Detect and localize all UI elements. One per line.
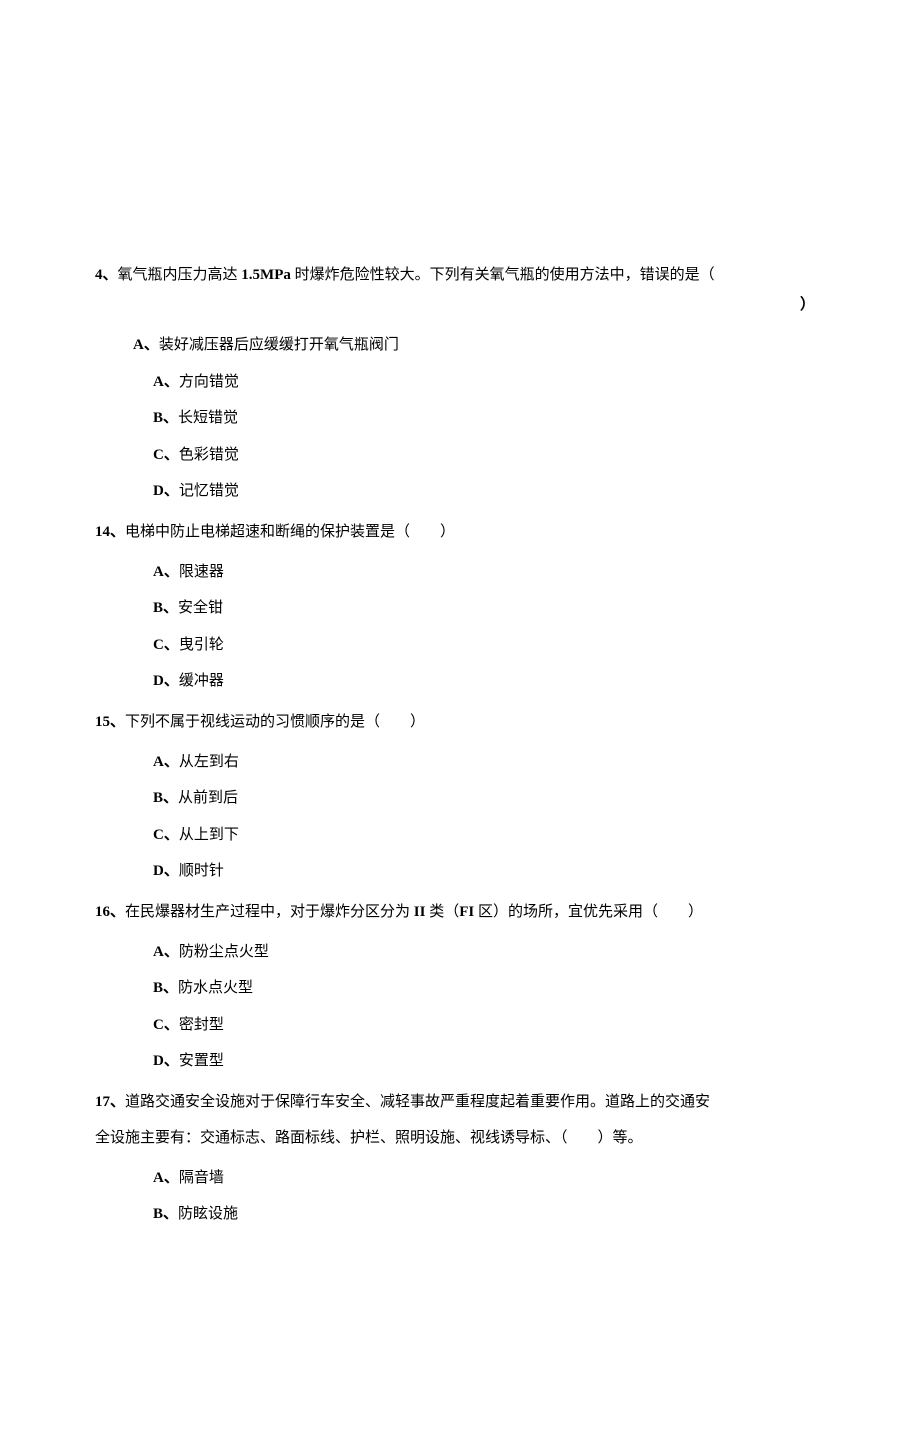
option-letter: D、 <box>153 1053 179 1069</box>
option-text: 隔音墙 <box>179 1170 224 1186</box>
option-line: C、密封型 <box>153 1014 825 1037</box>
question-stem-line2: 全设施主要有：交通标志、路面标线、护栏、照明设施、视线诱导标、（ ）等。 <box>95 1123 825 1153</box>
option-text: 长短错觉 <box>178 410 238 426</box>
option-line: A、从左到右 <box>153 751 825 774</box>
stem-text-post: 时爆炸危险性较大。下列有关氧气瓶的使用方法中，错误的是（ <box>291 267 715 283</box>
option-letter: A、 <box>153 374 179 390</box>
question-17: 17、道路交通安全设施对于保障行车安全、减轻事故严重程度起着重要作用。道路上的交… <box>95 1087 825 1226</box>
stem-fl: FI <box>459 904 474 920</box>
option-line: A、隔音墙 <box>153 1167 825 1190</box>
option-text: 从左到右 <box>179 754 239 770</box>
option-line: B、安全钳 <box>153 597 825 620</box>
option-text: 顺时针 <box>179 863 224 879</box>
option-letter: D、 <box>153 863 179 879</box>
stem-text: 下列不属于视线运动的习惯顺序的是（ ） <box>125 714 425 730</box>
options: A、从左到右 B、从前到后 C、从上到下 D、顺时针 <box>95 751 825 883</box>
stem-post: 区）的场所，宜优先采用（ ） <box>474 904 703 920</box>
stem-text: 电梯中防止电梯超速和断绳的保护装置是（ ） <box>125 524 455 540</box>
option-line: B、长短错觉 <box>153 407 825 430</box>
option-line: C、色彩错觉 <box>153 444 825 467</box>
option-line: C、从上到下 <box>153 824 825 847</box>
option-text: 色彩错觉 <box>179 447 239 463</box>
option-letter: D、 <box>153 673 179 689</box>
option-line: A、限速器 <box>153 561 825 584</box>
option-text: 安全钳 <box>178 600 223 616</box>
question-number: 4、 <box>95 267 118 283</box>
option-text: 缓冲器 <box>179 673 224 689</box>
option-letter: A、 <box>133 337 159 353</box>
question-number: 16、 <box>95 904 125 920</box>
stem-pre: 在民爆器材生产过程中，对于爆炸分区分为 <box>125 904 414 920</box>
option-letter: D、 <box>153 483 179 499</box>
stem-line2: 全设施主要有：交通标志、路面标线、护栏、照明设施、视线诱导标、（ ）等。 <box>95 1130 643 1146</box>
option-line: B、从前到后 <box>153 787 825 810</box>
option-letter: A、 <box>153 754 179 770</box>
option-letter: B、 <box>153 600 178 616</box>
question-stem: 14、电梯中防止电梯超速和断绳的保护装置是（ ） <box>95 517 825 547</box>
option-letter: B、 <box>153 1206 178 1222</box>
stem-text-pre: 氧气瓶内压力高达 <box>118 267 242 283</box>
option-line: C、曳引轮 <box>153 634 825 657</box>
document-page: 4、氧气瓶内压力高达 1.5MPa 时爆炸危险性较大。下列有关氧气瓶的使用方法中… <box>0 0 920 1440</box>
question-stem: 15、下列不属于视线运动的习惯顺序的是（ ） <box>95 707 825 737</box>
stem-mpa: 1.5MPa <box>241 267 291 283</box>
stem-line1: 道路交通安全设施对于保障行车安全、减轻事故严重程度起着重要作用。道路上的交通安 <box>125 1094 710 1110</box>
option-text: 密封型 <box>179 1017 224 1033</box>
option-text: 防粉尘点火型 <box>179 944 269 960</box>
option-line: D、顺时针 <box>153 860 825 883</box>
option-line: A、方向错觉 <box>153 371 825 394</box>
stem-class: II <box>414 904 426 920</box>
option-letter: A、 <box>153 944 179 960</box>
option-text: 记忆错觉 <box>179 483 239 499</box>
option-text: 从上到下 <box>179 827 239 843</box>
question-stem: 16、在民爆器材生产过程中，对于爆炸分区分为 II 类（FI 区）的场所，宜优先… <box>95 897 825 927</box>
options: A、防粉尘点火型 B、防水点火型 C、密封型 D、安置型 <box>95 941 825 1073</box>
option-line: B、防水点火型 <box>153 977 825 1000</box>
option-line: D、缓冲器 <box>153 670 825 693</box>
option-A-wrap: A、装好减压器后应缓缓打开氧气瓶阀门 <box>95 334 825 357</box>
close-paren: ） <box>800 290 815 320</box>
option-letter: C、 <box>153 1017 179 1033</box>
option-line: B、防眩设施 <box>153 1203 825 1226</box>
question-stem: 4、氧气瓶内压力高达 1.5MPa 时爆炸危险性较大。下列有关氧气瓶的使用方法中… <box>95 260 825 320</box>
option-letter: C、 <box>153 637 179 653</box>
question-number: 14、 <box>95 524 125 540</box>
options: A、隔音墙 B、防眩设施 <box>95 1167 825 1226</box>
option-text: 曳引轮 <box>179 637 224 653</box>
option-text: 装好减压器后应缓缓打开氧气瓶阀门 <box>159 337 399 353</box>
question-16: 16、在民爆器材生产过程中，对于爆炸分区分为 II 类（FI 区）的场所，宜优先… <box>95 897 825 1073</box>
question-14: 14、电梯中防止电梯超速和断绳的保护装置是（ ） A、限速器 B、安全钳 C、曳… <box>95 517 825 693</box>
option-letter: C、 <box>153 447 179 463</box>
option-line: A、装好减压器后应缓缓打开氧气瓶阀门 <box>133 334 825 357</box>
options: A、限速器 B、安全钳 C、曳引轮 D、缓冲器 <box>95 561 825 693</box>
stem-mid: 类（ <box>425 904 459 920</box>
question-number: 15、 <box>95 714 125 730</box>
question-number: 17、 <box>95 1094 125 1110</box>
option-text: 防眩设施 <box>178 1206 238 1222</box>
option-line: A、防粉尘点火型 <box>153 941 825 964</box>
option-line: D、安置型 <box>153 1050 825 1073</box>
option-letter: C、 <box>153 827 179 843</box>
nested-options: A、方向错觉 B、长短错觉 C、色彩错觉 D、记忆错觉 <box>95 371 825 503</box>
option-text: 方向错觉 <box>179 374 239 390</box>
option-text: 限速器 <box>179 564 224 580</box>
option-letter: A、 <box>153 1170 179 1186</box>
option-text: 防水点火型 <box>178 980 253 996</box>
option-letter: B、 <box>153 790 178 806</box>
option-text: 从前到后 <box>178 790 238 806</box>
question-15: 15、下列不属于视线运动的习惯顺序的是（ ） A、从左到右 B、从前到后 C、从… <box>95 707 825 883</box>
option-text: 安置型 <box>179 1053 224 1069</box>
question-stem: 17、道路交通安全设施对于保障行车安全、减轻事故严重程度起着重要作用。道路上的交… <box>95 1087 825 1117</box>
option-letter: A、 <box>153 564 179 580</box>
question-4: 4、氧气瓶内压力高达 1.5MPa 时爆炸危险性较大。下列有关氧气瓶的使用方法中… <box>95 260 825 503</box>
option-letter: B、 <box>153 980 178 996</box>
option-line: D、记忆错觉 <box>153 480 825 503</box>
option-letter: B、 <box>153 410 178 426</box>
